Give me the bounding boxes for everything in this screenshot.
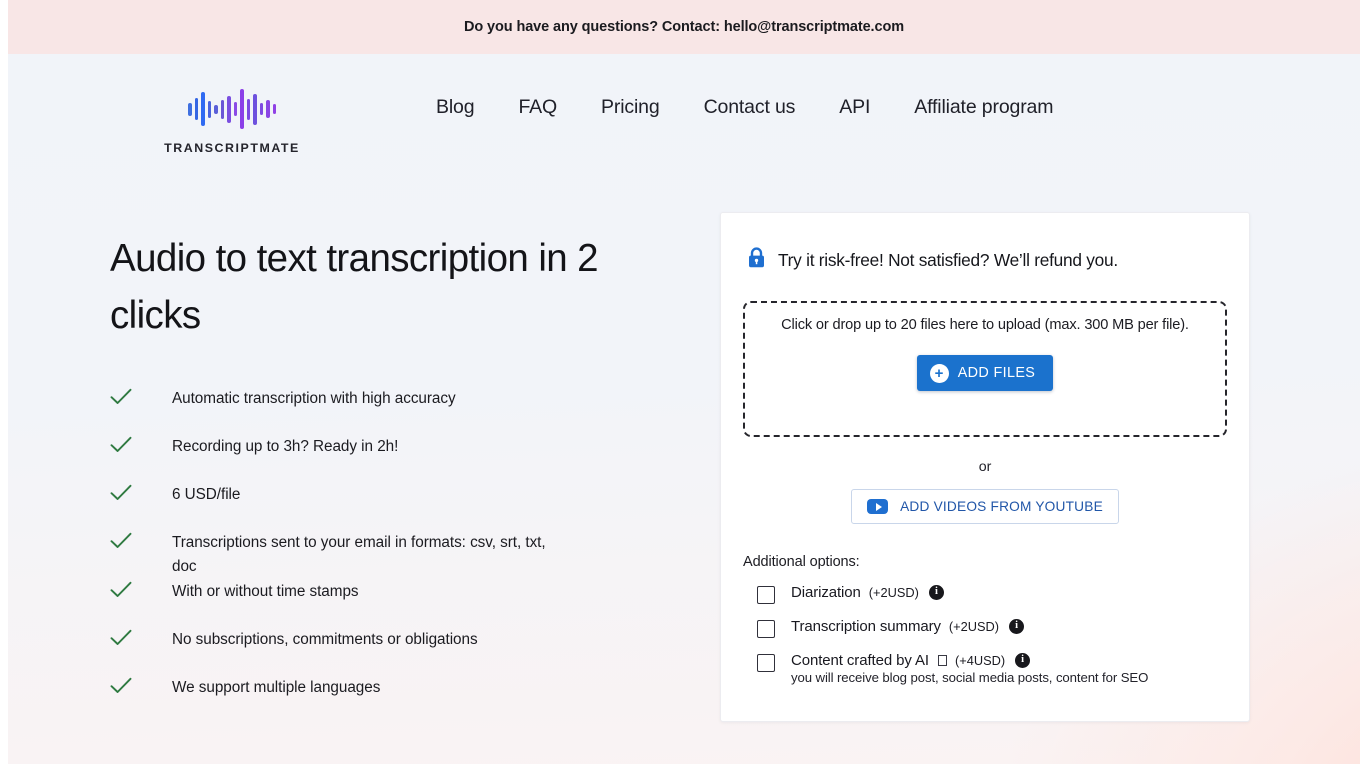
option-row: Transcription summary (+2USD) i <box>743 618 1227 638</box>
check-icon <box>110 482 172 502</box>
check-icon <box>110 675 172 695</box>
info-icon[interactable]: i <box>1009 619 1025 634</box>
audio-waveform-icon <box>188 86 276 132</box>
hero-canvas: TRANSCRIPTMATE Blog FAQ Pricing Contact … <box>8 54 1360 764</box>
waveform-bar-11 <box>259 103 263 115</box>
hero-left-column: Audio to text transcription in 2 clicks … <box>110 155 686 723</box>
option-checkbox[interactable] <box>757 586 775 604</box>
check-icon <box>110 386 172 406</box>
info-icon[interactable]: i <box>928 585 944 600</box>
brand-logo[interactable]: TRANSCRIPTMATE <box>112 86 352 155</box>
option-label[interactable]: Transcription summary <box>791 618 941 635</box>
risk-free-banner: Try it risk-free! Not satisfied? We’ll r… <box>743 239 1227 278</box>
nav-item-contact[interactable]: Contact us <box>682 90 818 125</box>
brand-name: TRANSCRIPTMATE <box>164 141 300 155</box>
announcement-bar: Do you have any questions? Contact: hell… <box>8 0 1360 54</box>
waveform-bar-9 <box>246 98 250 120</box>
option-label[interactable]: Diarization <box>791 584 861 601</box>
waveform-bar-1 <box>194 98 198 120</box>
feature-label: No subscriptions, commitments or obligat… <box>172 630 478 648</box>
waveform-bar-8 <box>240 89 244 129</box>
feature-item: Transcriptions sent to your email in for… <box>110 530 686 578</box>
option-body: Transcription summary (+2USD) i <box>791 618 1025 635</box>
dropzone-instructions: Click or drop up to 20 files here to upl… <box>781 317 1189 333</box>
nav-item-api[interactable]: API <box>817 90 892 125</box>
youtube-button-label: ADD VIDEOS FROM YOUTUBE <box>900 499 1103 514</box>
nav-item-affiliate[interactable]: Affiliate program <box>892 90 1075 125</box>
feature-item: No subscriptions, commitments or obligat… <box>110 627 686 675</box>
file-dropzone[interactable]: Click or drop up to 20 files here to upl… <box>743 301 1227 437</box>
option-description: you will receive blog post, social media… <box>791 670 1149 685</box>
check-icon <box>110 530 172 550</box>
feature-label: Automatic transcription with high accura… <box>172 390 456 408</box>
info-icon[interactable]: i <box>1015 653 1031 668</box>
option-label[interactable]: Content crafted by AI <box>791 652 929 669</box>
option-checkbox[interactable] <box>757 654 775 672</box>
upload-card: Try it risk-free! Not satisfied? We’ll r… <box>720 212 1250 722</box>
hero-right-column: Try it risk-free! Not satisfied? We’ll r… <box>720 155 1250 722</box>
option-price: (+2USD) <box>948 619 1000 634</box>
nav-item-blog[interactable]: Blog <box>414 90 496 125</box>
option-price: (+4USD) <box>954 653 1006 668</box>
feature-label: Transcriptions sent to your email in for… <box>172 534 546 575</box>
option-line: Content crafted by AI (+4USD) i <box>791 652 1148 669</box>
announcement-text: Do you have any questions? Contact: hell… <box>464 19 904 35</box>
page-title: Audio to text transcription in 2 clicks <box>110 237 599 337</box>
page-root: Do you have any questions? Contact: hell… <box>8 0 1360 764</box>
plus-circle-icon: + <box>929 363 949 383</box>
option-line: Diarization (+2USD) i <box>791 584 944 601</box>
nav-item-faq[interactable]: FAQ <box>496 90 579 125</box>
feature-item: Recording up to 3h? Ready in 2h! <box>110 434 686 482</box>
option-body: Content crafted by AI (+4USD) i you will re… <box>791 652 1148 687</box>
main-nav: Blog FAQ Pricing Contact us API Affiliat… <box>414 90 1075 125</box>
feature-label: Recording up to 3h? Ready in 2h! <box>172 438 399 456</box>
option-row: Diarization (+2USD) i <box>743 584 1227 604</box>
site-header: TRANSCRIPTMATE Blog FAQ Pricing Contact … <box>8 54 1360 155</box>
waveform-bar-3 <box>207 100 211 118</box>
option-row: Content crafted by AI (+4USD) i you will re… <box>743 652 1227 687</box>
check-icon <box>110 579 172 599</box>
nav-item-pricing[interactable]: Pricing <box>579 90 682 125</box>
feature-label: With or without time stamps <box>172 582 359 600</box>
feature-label: We support multiple languages <box>172 678 381 696</box>
waveform-bar-6 <box>227 95 231 123</box>
add-youtube-videos-button[interactable]: ADD VIDEOS FROM YOUTUBE <box>851 489 1119 524</box>
additional-options-list: Diarization (+2USD) i Transcription summary… <box>743 584 1227 687</box>
missing-glyph-icon <box>937 655 947 666</box>
waveform-bar-2 <box>201 92 205 126</box>
lock-icon <box>747 247 766 274</box>
or-separator: or <box>978 459 992 475</box>
waveform-bar-13 <box>272 104 276 114</box>
waveform-bar-10 <box>253 93 257 125</box>
feature-item: 6 USD/file <box>110 482 686 530</box>
waveform-bar-7 <box>233 102 237 116</box>
feature-item: Automatic transcription with high accura… <box>110 386 686 434</box>
risk-free-text: Try it risk-free! Not satisfied? We’ll r… <box>778 250 1118 270</box>
hero-section: Audio to text transcription in 2 clicks … <box>8 155 1360 723</box>
add-files-button[interactable]: + ADD FILES <box>916 355 1054 391</box>
option-price: (+2USD) <box>868 585 919 600</box>
option-line: Transcription summary (+2USD) i <box>791 618 1025 635</box>
option-body: Diarization (+2USD) i <box>791 584 944 601</box>
check-icon <box>110 627 172 647</box>
youtube-play-icon <box>867 499 889 514</box>
additional-options-title: Additional options: <box>743 554 860 570</box>
waveform-bar-0 <box>188 102 192 116</box>
waveform-bar-4 <box>214 104 218 114</box>
feature-item: We support multiple languages <box>110 675 686 723</box>
add-files-label: ADD FILES <box>957 365 1036 381</box>
feature-item: With or without time stamps <box>110 579 686 627</box>
waveform-bar-12 <box>266 100 270 118</box>
option-checkbox[interactable] <box>757 620 775 638</box>
waveform-bar-5 <box>220 99 224 119</box>
check-icon <box>110 434 172 454</box>
feature-label: 6 USD/file <box>172 486 241 504</box>
feature-list: Automatic transcription with high accura… <box>110 386 686 722</box>
